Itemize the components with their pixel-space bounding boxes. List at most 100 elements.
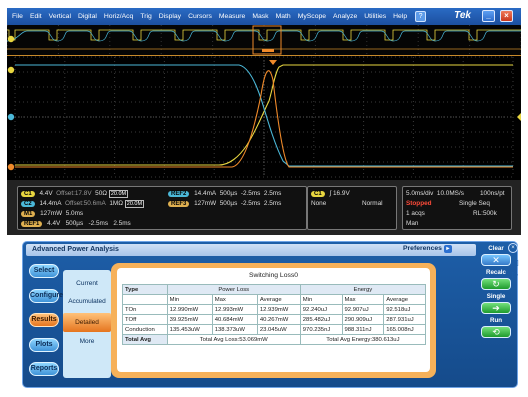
horizontal-readout[interactable]: 5.0ms/div 10.0MS/s 100ns/pt Stopped Sing… bbox=[402, 186, 512, 230]
acq-state: Stopped bbox=[406, 200, 432, 207]
preferences-icon: ▸ bbox=[443, 245, 452, 253]
menu-myscope[interactable]: MyScope bbox=[298, 13, 326, 20]
ch2-bandwidth: 20.0M bbox=[124, 200, 145, 208]
resolution: 100ns/pt bbox=[480, 190, 505, 197]
recalc-button[interactable]: ↻ bbox=[481, 278, 511, 290]
close-icon: × bbox=[504, 11, 509, 20]
trigger-coupling: None bbox=[311, 200, 327, 207]
menu-file[interactable]: File bbox=[12, 13, 23, 20]
power-analysis-panel: Advanced Power Analysis Preferences ▸ Sel… bbox=[22, 241, 518, 388]
trigger-source-badge: C1 bbox=[311, 191, 325, 197]
col-type-header: Type bbox=[122, 284, 168, 295]
select-button[interactable]: Select bbox=[29, 264, 59, 278]
single-arrow-icon: ➔ bbox=[492, 303, 500, 313]
subheader-average: Average bbox=[256, 294, 301, 305]
menu-mask[interactable]: Mask bbox=[252, 13, 268, 20]
menu-edit[interactable]: Edit bbox=[30, 13, 42, 20]
waveform-display[interactable] bbox=[7, 25, 521, 180]
recalc-label: Recalc bbox=[486, 269, 506, 276]
total-energy: Total Avg Energy:380.613uJ bbox=[299, 334, 427, 345]
table-cell: 23.045uW bbox=[256, 324, 301, 335]
waveform-graticule bbox=[7, 25, 521, 178]
tab-current[interactable]: Current bbox=[63, 274, 111, 293]
results-frame: Switching Loss0 Type Power Loss Energy M… bbox=[111, 263, 436, 378]
tab-accumulated[interactable]: Accumulated bbox=[63, 292, 111, 311]
run-label: Run bbox=[489, 317, 503, 324]
table-row: Total Avg Total Avg Loss:53.069mW Total … bbox=[122, 334, 427, 345]
table-cell: 988.311nJ bbox=[341, 324, 385, 335]
scroll-left-icon[interactable]: ◁ bbox=[512, 258, 518, 267]
ch2-scale: 14.4mA bbox=[39, 200, 62, 207]
plots-button[interactable]: Plots bbox=[29, 338, 59, 352]
results-button[interactable]: Results bbox=[29, 313, 59, 327]
menu-trig[interactable]: Trig bbox=[140, 13, 151, 20]
ref2-badge[interactable]: REF2 bbox=[168, 191, 190, 197]
trigger-level: 16.9V bbox=[333, 190, 350, 197]
ch1-scale: 4.4V bbox=[39, 190, 53, 197]
preferences-button[interactable]: Preferences ▸ bbox=[403, 245, 452, 253]
ref2-pos2: 2.5ms bbox=[263, 190, 282, 197]
ch2-badge[interactable]: C2 bbox=[21, 201, 35, 207]
menu-vertical[interactable]: Vertical bbox=[49, 13, 71, 20]
table-cell: 285.482uJ bbox=[299, 314, 343, 325]
row-type: TOn bbox=[122, 304, 168, 315]
table-row: Conduction 135.453uW 138.373uW 23.045uW … bbox=[122, 324, 426, 335]
energy-header: Energy bbox=[299, 284, 427, 295]
math1-badge[interactable]: M1 bbox=[21, 211, 36, 217]
question-icon[interactable]: ? bbox=[415, 11, 427, 22]
menu-math[interactable]: Math bbox=[276, 13, 291, 20]
tab-more[interactable]: More bbox=[63, 332, 111, 351]
tab-detailed[interactable]: Detailed bbox=[63, 313, 111, 332]
total-power-loss: Total Avg Loss:53.069mW bbox=[166, 334, 301, 345]
ch2-impedance: 1MΩ bbox=[109, 200, 123, 207]
acq-sequence: Single Seq bbox=[459, 200, 490, 207]
table-row: TOff 39.925mW 40.684mW 40.267mW 285.482u… bbox=[122, 314, 426, 325]
row-type: Conduction bbox=[122, 324, 168, 335]
clear-button[interactable]: ✕ bbox=[481, 254, 511, 266]
table-cell: 290.909uJ bbox=[341, 314, 385, 325]
ref2-pos1: -2.5ms bbox=[240, 190, 261, 197]
scroll-right-icon[interactable]: ▷ bbox=[512, 270, 518, 279]
close-button[interactable]: × bbox=[500, 10, 513, 22]
menu-digital[interactable]: Digital bbox=[78, 13, 97, 20]
table-cell: 138.373uW bbox=[211, 324, 258, 335]
channel-readouts[interactable]: C1 4.4V Offset:17.8V 50Ω 20.0M C2 14.4mA… bbox=[17, 186, 307, 230]
subheader-max: Max bbox=[211, 294, 258, 305]
results-tabs: Current Accumulated Detailed More bbox=[63, 270, 111, 378]
table-cell bbox=[122, 294, 168, 305]
ref3-time: 500µs bbox=[219, 200, 238, 207]
subheader-min: Min bbox=[166, 294, 213, 305]
acq-count: 1 acqs bbox=[406, 210, 425, 217]
single-button[interactable]: ➔ bbox=[481, 302, 511, 314]
trigger-slope-icon: ∫ bbox=[329, 190, 332, 197]
table-cell: 40.267mW bbox=[256, 314, 301, 325]
run-button[interactable]: ⟲ bbox=[481, 326, 511, 338]
trigger-readout[interactable]: C1 ∫ 16.9V None Normal bbox=[307, 186, 397, 230]
panel-close-button[interactable]: × bbox=[508, 243, 518, 253]
configure-button[interactable]: Configure bbox=[29, 289, 63, 303]
table-cell: 92.518uJ bbox=[383, 304, 426, 315]
ref1-badge[interactable]: REF1 bbox=[21, 221, 43, 227]
table-cell: 12.939mW bbox=[256, 304, 301, 315]
ch1-badge[interactable]: C1 bbox=[21, 191, 35, 197]
menu-display[interactable]: Display bbox=[159, 13, 181, 20]
menu-measure[interactable]: Measure bbox=[219, 13, 245, 20]
single-label: Single bbox=[486, 293, 506, 300]
ref3-badge[interactable]: REF3 bbox=[168, 201, 190, 207]
table-cell: 39.925mW bbox=[166, 314, 213, 325]
menu-horiz-acq[interactable]: Horiz/Acq bbox=[104, 13, 133, 20]
recalc-icon: ↻ bbox=[492, 279, 500, 289]
table-cell: 92.907uJ bbox=[341, 304, 385, 315]
subheader-min: Min bbox=[299, 294, 343, 305]
menu-utilities[interactable]: Utilities bbox=[364, 13, 386, 20]
menu-help[interactable]: Help bbox=[393, 13, 407, 20]
clear-icon: ✕ bbox=[492, 255, 500, 265]
minimize-button[interactable]: _ bbox=[482, 10, 495, 22]
math1-scale: 127mW bbox=[40, 210, 63, 217]
record-length: RL:500k bbox=[473, 210, 497, 217]
preferences-label: Preferences bbox=[403, 245, 442, 252]
menu-analyze[interactable]: Analyze bbox=[333, 13, 357, 20]
menu-cursors[interactable]: Cursors bbox=[188, 13, 212, 20]
reports-button[interactable]: Reports bbox=[29, 362, 59, 376]
sample-rate: 10.0MS/s bbox=[436, 190, 464, 197]
